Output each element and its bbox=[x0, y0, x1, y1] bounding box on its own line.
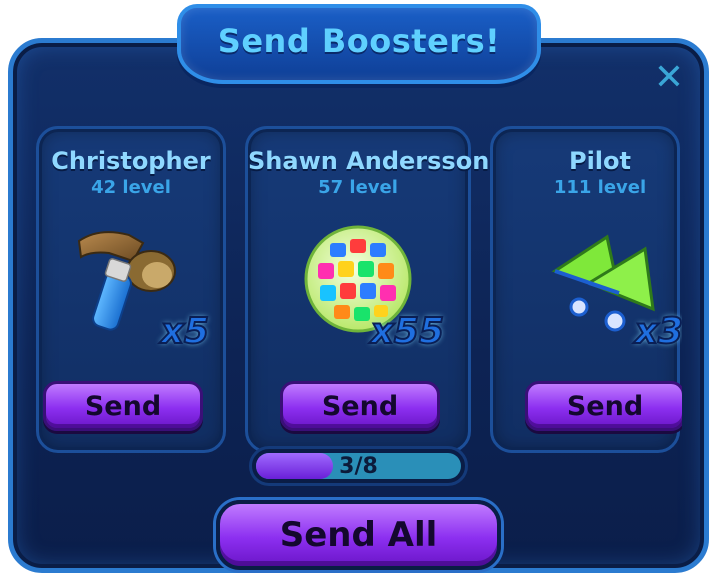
booster-count: x3 bbox=[634, 310, 682, 353]
friend-card: Christopher 42 level x5 Send bbox=[36, 126, 226, 453]
friend-card: Pilot 111 level x3 Send bbox=[490, 126, 682, 453]
booster-count: x5 bbox=[160, 310, 210, 353]
send-button[interactable]: Send bbox=[525, 381, 682, 431]
close-icon[interactable]: ✕ bbox=[651, 60, 687, 96]
send-button[interactable]: Send bbox=[280, 381, 440, 431]
friend-level: 42 level bbox=[91, 177, 171, 198]
send-all-button[interactable]: Send All bbox=[216, 500, 501, 570]
title-banner: Send Boosters! bbox=[177, 4, 541, 84]
friend-name: Pilot bbox=[568, 147, 631, 175]
send-button[interactable]: Send bbox=[43, 381, 203, 431]
friend-level: 111 level bbox=[553, 177, 647, 198]
progress-text: 3/8 bbox=[339, 453, 378, 479]
dialog-title: Send Boosters! bbox=[217, 22, 501, 60]
friend-level: 57 level bbox=[318, 177, 398, 198]
friends-carousel[interactable]: Christopher 42 level x5 Send Shawn Ander… bbox=[32, 118, 682, 458]
friend-card: Shawn Andersson 57 level x55 Send bbox=[245, 126, 490, 453]
booster-count: x55 bbox=[370, 310, 445, 353]
send-progress-bar: 3/8 bbox=[249, 446, 468, 486]
friend-name: Shawn Andersson bbox=[248, 147, 490, 175]
friend-name: Christopher bbox=[51, 147, 211, 175]
